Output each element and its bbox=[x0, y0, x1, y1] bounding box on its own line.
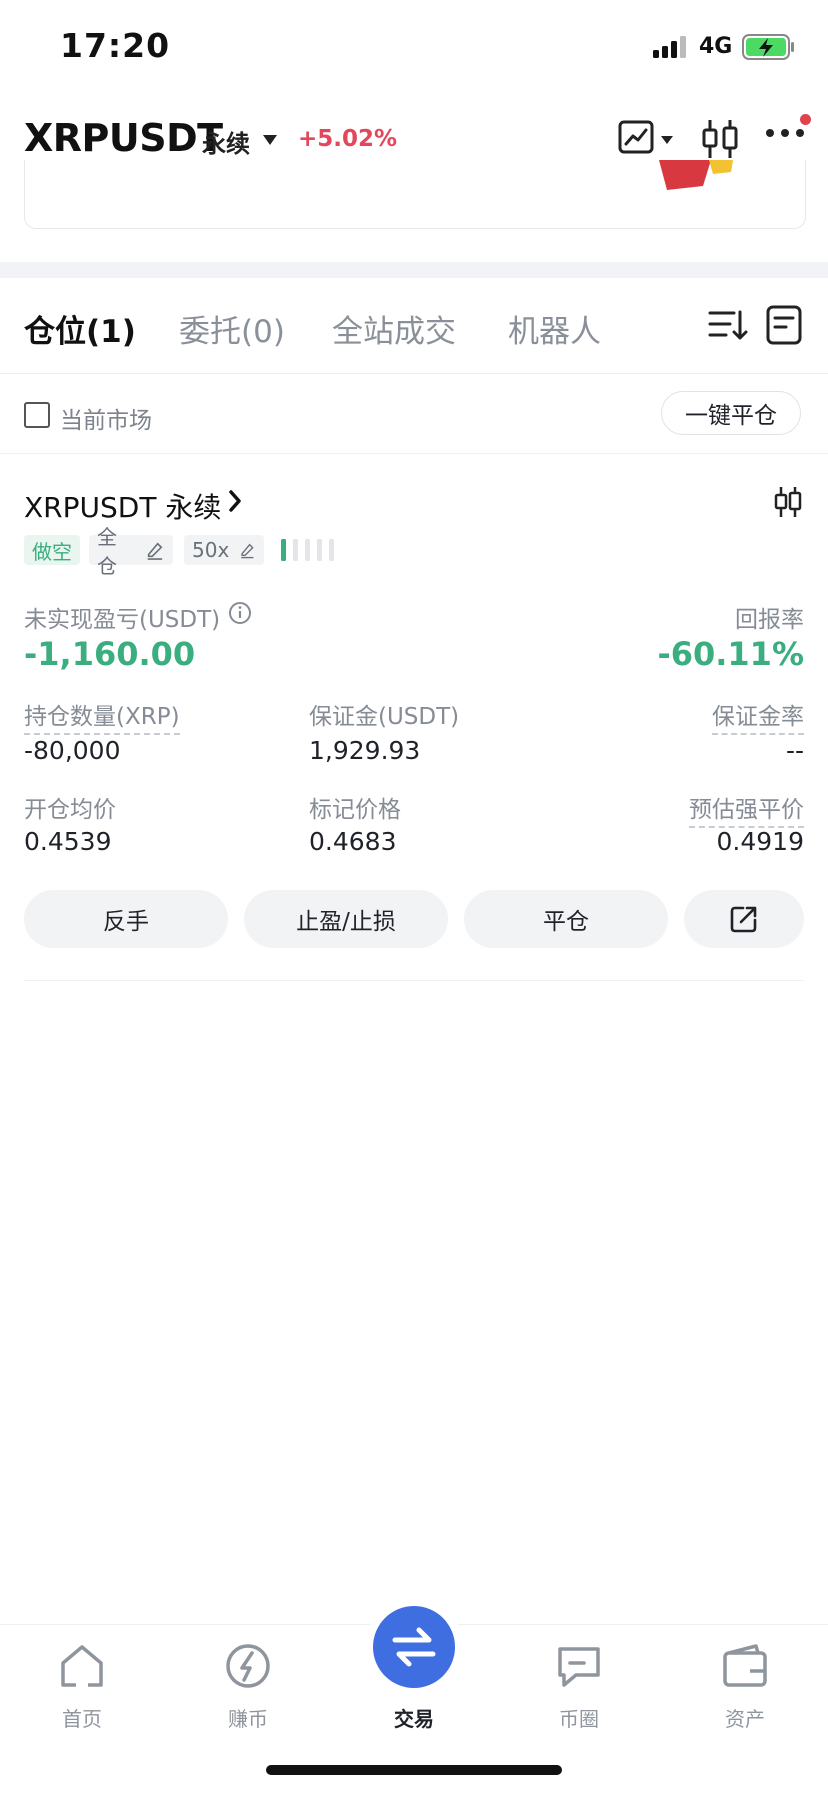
margin-mode-label: 全仓 bbox=[97, 525, 117, 578]
margin-rate-label[interactable]: 保证金率 bbox=[712, 697, 804, 735]
battery-charging-icon bbox=[742, 34, 794, 60]
nav-assets-label: 资产 bbox=[725, 1707, 765, 1731]
chart-icon[interactable] bbox=[618, 120, 654, 154]
candlestick-icon[interactable] bbox=[773, 486, 803, 518]
pair-title[interactable]: XRPUSDT bbox=[24, 116, 223, 160]
close-all-button[interactable]: 一键平仓 bbox=[661, 391, 801, 435]
risk-level-indicator bbox=[281, 539, 334, 561]
nav-home[interactable]: 首页 bbox=[22, 1633, 142, 1731]
roe-label: 回报率 bbox=[735, 607, 804, 633]
mark-price-value: 0.4683 bbox=[309, 827, 397, 856]
tp-sl-button[interactable]: 止盈/止损 bbox=[244, 890, 448, 948]
tab-divider bbox=[0, 373, 828, 374]
nav-assets[interactable]: 资产 bbox=[685, 1633, 805, 1731]
info-icon[interactable] bbox=[228, 601, 252, 625]
close-position-button[interactable]: 平仓 bbox=[464, 890, 668, 948]
liquidation-price-label[interactable]: 预估强平价 bbox=[689, 790, 804, 828]
notification-dot bbox=[800, 114, 811, 125]
trade-swap-icon bbox=[392, 1627, 436, 1667]
home-icon bbox=[61, 1645, 103, 1688]
unrealized-pnl-value: -1,160.00 bbox=[24, 635, 196, 673]
leverage-label: 50x bbox=[192, 538, 230, 562]
unrealized-pnl-label: 未实现盈亏(USDT) bbox=[24, 607, 221, 633]
tab-orders[interactable]: 委托(0) bbox=[179, 306, 285, 351]
candlestick-icon[interactable] bbox=[700, 118, 740, 160]
promo-banner[interactable] bbox=[24, 160, 806, 229]
nav-home-label: 首页 bbox=[62, 1707, 102, 1731]
more-icon[interactable] bbox=[765, 128, 805, 138]
side-tag: 做空 bbox=[24, 535, 80, 565]
margin-rate-value: -- bbox=[785, 736, 804, 765]
row-divider bbox=[0, 453, 828, 454]
position-title[interactable]: XRPUSDT 永续 bbox=[24, 486, 221, 526]
share-icon bbox=[730, 906, 757, 933]
roe-value: -60.11% bbox=[657, 635, 804, 673]
position-qty-label[interactable]: 持仓数量(XRP) bbox=[24, 697, 180, 735]
nav-trade-label: 交易 bbox=[394, 1707, 434, 1731]
card-divider bbox=[24, 980, 804, 981]
section-divider bbox=[0, 262, 828, 278]
current-market-label[interactable]: 当前市场 bbox=[60, 401, 152, 435]
share-button[interactable] bbox=[684, 890, 804, 948]
entry-price-value: 0.4539 bbox=[24, 827, 112, 856]
reverse-button[interactable]: 反手 bbox=[24, 890, 228, 948]
caret-down-icon[interactable] bbox=[660, 135, 674, 145]
contract-type[interactable]: 永续 bbox=[202, 124, 250, 159]
current-market-checkbox[interactable] bbox=[24, 402, 50, 428]
chat-icon bbox=[558, 1647, 600, 1687]
nav-feed-label: 币圈 bbox=[559, 1707, 599, 1731]
tab-positions[interactable]: 仓位(1) bbox=[24, 306, 136, 351]
wallet-icon bbox=[723, 1644, 767, 1687]
status-time: 17:20 bbox=[60, 26, 171, 65]
margin-value: 1,929.93 bbox=[309, 736, 421, 765]
order-history-icon[interactable] bbox=[766, 305, 802, 345]
edit-icon[interactable] bbox=[239, 539, 256, 561]
network-type: 4G bbox=[699, 34, 733, 59]
sort-filter-icon[interactable] bbox=[708, 308, 748, 342]
price-change-percent: +5.02% bbox=[298, 126, 398, 152]
earn-icon bbox=[226, 1644, 270, 1688]
leverage-tag[interactable]: 50x bbox=[184, 535, 264, 565]
trade-button[interactable] bbox=[373, 1606, 455, 1688]
entry-price-label: 开仓均价 bbox=[24, 797, 116, 823]
caret-down-icon[interactable] bbox=[262, 134, 278, 146]
nav-earn[interactable]: 赚币 bbox=[188, 1633, 308, 1731]
cellular-signal-icon bbox=[653, 36, 686, 58]
nav-feed[interactable]: 币圈 bbox=[519, 1633, 639, 1731]
nav-earn-label: 赚币 bbox=[228, 1707, 268, 1731]
mark-price-label: 标记价格 bbox=[309, 797, 401, 823]
position-qty-value: -80,000 bbox=[24, 736, 121, 765]
margin-label: 保证金(USDT) bbox=[309, 704, 460, 730]
home-indicator bbox=[266, 1765, 562, 1775]
chevron-right-icon[interactable] bbox=[228, 490, 242, 512]
tab-bots[interactable]: 机器人 bbox=[508, 306, 601, 351]
gift-icon bbox=[659, 160, 733, 190]
margin-mode-tag[interactable]: 全仓 bbox=[89, 525, 173, 578]
tab-site-trades[interactable]: 全站成交 bbox=[332, 306, 456, 351]
edit-icon[interactable] bbox=[145, 539, 165, 561]
liquidation-price-value: 0.4919 bbox=[716, 827, 804, 856]
